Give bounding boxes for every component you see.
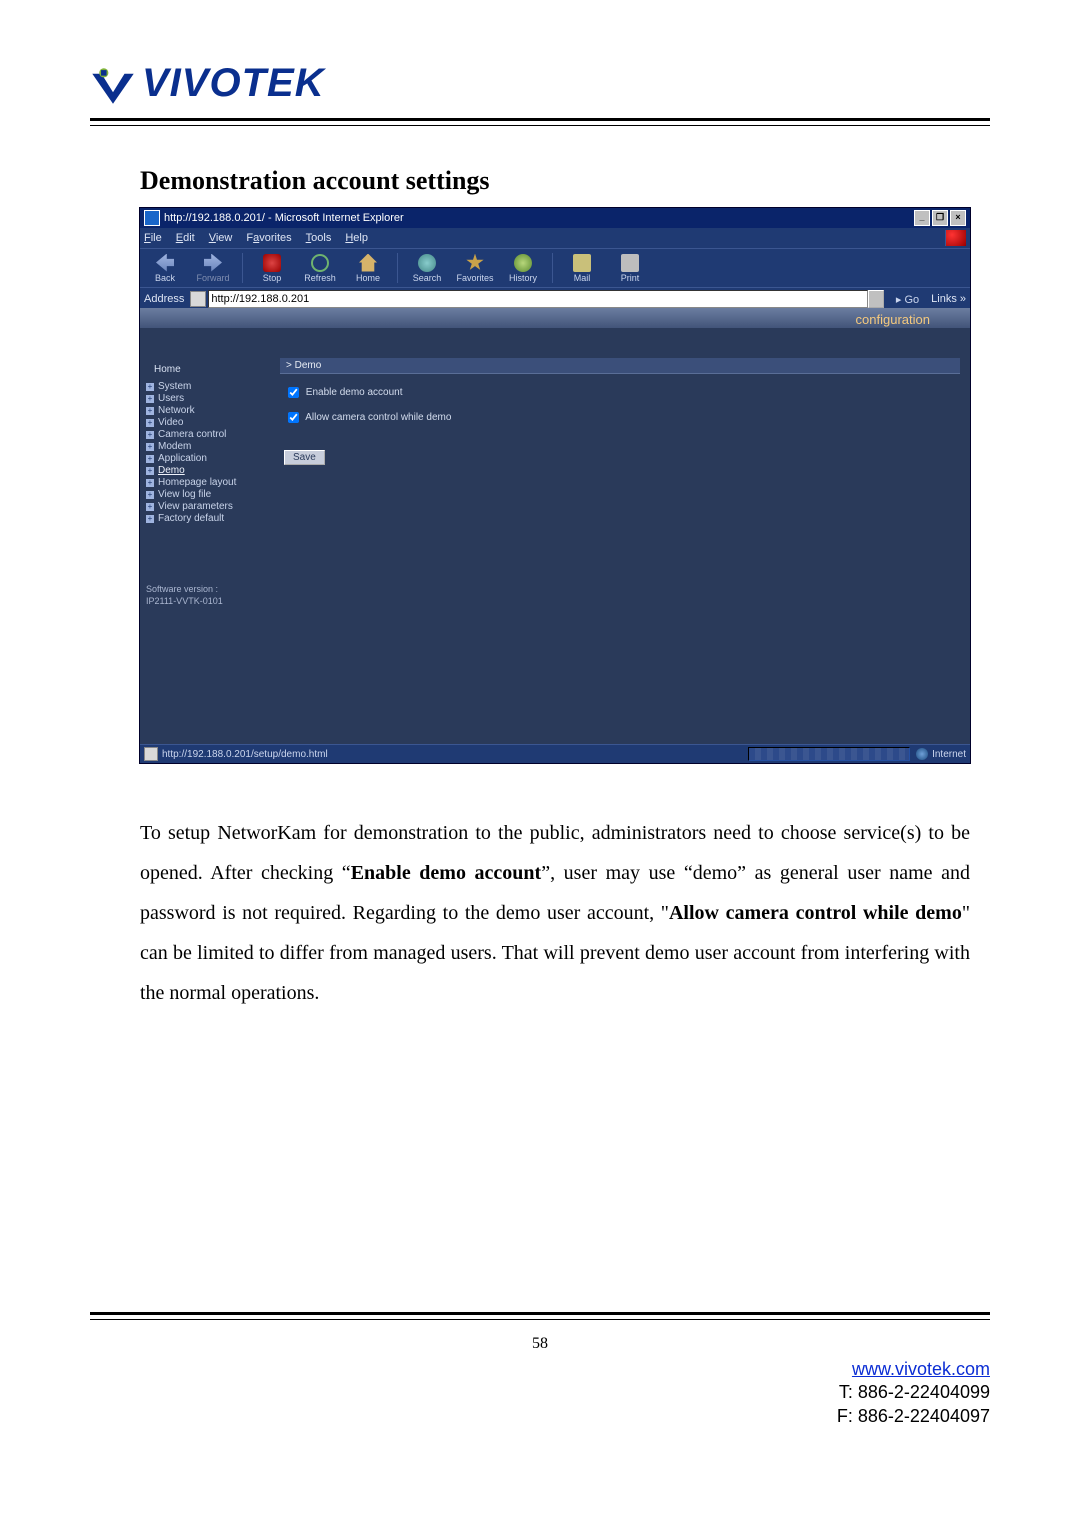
description-paragraph: To setup NetworKam for demonstration to …	[140, 813, 970, 1013]
sidebar-item-view-parameters[interactable]: +View parameters	[146, 501, 266, 512]
internet-zone-icon	[916, 748, 928, 760]
window-title: http://192.188.0.201/ - Microsoft Intern…	[164, 212, 914, 224]
menu-bar: File Edit View Favorites Tools Help	[140, 228, 970, 248]
address-dropdown[interactable]	[868, 290, 884, 308]
sidebar-item-view-log-file[interactable]: +View log file	[146, 489, 266, 500]
enable-demo-checkbox[interactable]	[288, 387, 299, 398]
print-button[interactable]: Print	[609, 254, 651, 283]
sidebar-item-application[interactable]: +Application	[146, 453, 266, 464]
footer-link[interactable]: www.vivotek.com	[852, 1359, 990, 1379]
menu-tools[interactable]: Tools	[306, 232, 332, 244]
mail-icon	[573, 254, 591, 272]
back-icon	[156, 254, 174, 272]
page-number: 58	[0, 1335, 1080, 1353]
sidebar-home[interactable]: Home	[146, 364, 266, 375]
page-footer: www.vivotek.com T: 886-2-22404099 F: 886…	[837, 1358, 990, 1428]
search-icon	[418, 254, 436, 272]
status-page-icon	[144, 747, 158, 761]
address-bar: Address ▸ Go Links »	[140, 287, 970, 310]
menu-edit[interactable]: Edit	[176, 232, 195, 244]
minimize-button[interactable]: _	[914, 210, 930, 226]
close-button[interactable]: ×	[950, 210, 966, 226]
maximize-button[interactable]: ❐	[932, 210, 948, 226]
print-icon	[621, 254, 639, 272]
brand-name: VIVOTEK	[142, 61, 325, 106]
status-zone: Internet	[916, 748, 966, 760]
sidebar-item-camera-control[interactable]: +Camera control	[146, 429, 266, 440]
search-button[interactable]: Search	[406, 254, 448, 283]
sidebar-item-factory-default[interactable]: +Factory default	[146, 513, 266, 524]
address-label: Address	[144, 293, 184, 305]
favorites-icon	[466, 254, 484, 272]
refresh-icon	[311, 254, 329, 272]
ie-window: http://192.188.0.201/ - Microsoft Intern…	[140, 208, 970, 763]
brand-logo: VIVOTEK	[90, 60, 990, 106]
footer-tel: T: 886-2-22404099	[839, 1382, 990, 1402]
page-icon	[190, 291, 206, 307]
sidebar-item-modem[interactable]: +Modem	[146, 441, 266, 452]
history-icon	[514, 254, 532, 272]
sidebar-item-video[interactable]: +Video	[146, 417, 266, 428]
menu-help[interactable]: Help	[345, 232, 368, 244]
allow-camera-control-option[interactable]: Allow camera control while demo	[284, 409, 956, 426]
header-rule	[90, 118, 990, 126]
favorites-button[interactable]: Favorites	[454, 254, 496, 283]
sidebar-item-homepage-layout[interactable]: +Homepage layout	[146, 477, 266, 488]
ie-throbber-icon	[945, 230, 966, 246]
status-bar: http://192.188.0.201/setup/demo.html Int…	[140, 744, 970, 763]
sidebar-item-system[interactable]: +System	[146, 381, 266, 392]
stop-icon	[263, 254, 281, 272]
sidebar-item-network[interactable]: +Network	[146, 405, 266, 416]
links-button[interactable]: Links »	[931, 293, 966, 305]
save-button[interactable]: Save	[284, 450, 325, 465]
menu-file[interactable]: File	[144, 232, 162, 244]
mail-button[interactable]: Mail	[561, 254, 603, 283]
sidebar-item-users[interactable]: +Users	[146, 393, 266, 404]
address-input[interactable]	[208, 290, 868, 308]
toolbar: Back Forward Stop Refresh Home Search Fa…	[140, 248, 970, 287]
window-titlebar: http://192.188.0.201/ - Microsoft Intern…	[140, 208, 970, 228]
history-button[interactable]: History	[502, 254, 544, 283]
status-progress	[748, 747, 910, 761]
allow-camera-control-checkbox[interactable]	[288, 412, 299, 423]
go-button[interactable]: ▸ Go	[896, 293, 919, 306]
menu-favorites[interactable]: Favorites	[246, 232, 291, 244]
forward-icon	[204, 254, 222, 272]
refresh-button[interactable]: Refresh	[299, 254, 341, 283]
home-button[interactable]: Home	[347, 254, 389, 283]
vivotek-mark-icon	[90, 60, 136, 106]
config-sidebar: Home +System +Users +Network +Video +Cam…	[140, 328, 270, 745]
enable-demo-option[interactable]: Enable demo account	[284, 384, 956, 401]
footer-fax: F: 886-2-22404097	[837, 1406, 990, 1426]
menu-view[interactable]: View	[209, 232, 233, 244]
software-version: Software version : IP2111-VVTK-0101	[146, 584, 266, 607]
forward-button[interactable]: Forward	[192, 254, 234, 283]
ie-icon	[144, 210, 160, 226]
home-icon	[359, 254, 377, 272]
config-main: > Demo Enable demo account Allow camera …	[270, 328, 970, 745]
footer-rule	[90, 1312, 990, 1320]
status-url: http://192.188.0.201/setup/demo.html	[162, 749, 742, 760]
panel-header: > Demo	[280, 358, 960, 374]
sidebar-item-demo[interactable]: +Demo	[146, 465, 266, 476]
section-heading: Demonstration account settings	[140, 166, 990, 196]
back-button[interactable]: Back	[144, 254, 186, 283]
stop-button[interactable]: Stop	[251, 254, 293, 283]
